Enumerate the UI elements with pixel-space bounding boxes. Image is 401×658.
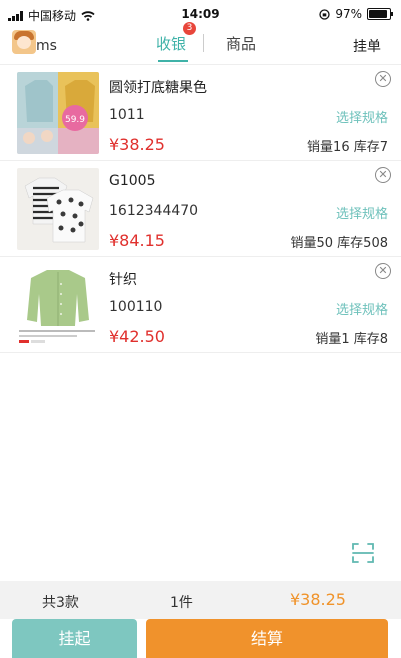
product-thumbnail: 59.9 — [17, 72, 99, 154]
username: ms — [36, 38, 57, 54]
product-name: G1005 — [109, 173, 156, 189]
cart-item[interactable]: G1005 1612344470 ¥84.15 选择规格 销量50 库存508 … — [0, 161, 401, 257]
product-code: 1612344470 — [109, 203, 199, 219]
checkout-button[interactable]: 结算 — [146, 619, 388, 658]
cart-count-badge: 3 — [183, 22, 196, 35]
tab-products[interactable]: 商品 — [226, 33, 256, 54]
battery-icon — [367, 8, 393, 20]
select-spec-link[interactable]: 选择规格 — [336, 107, 388, 126]
product-code: 1011 — [109, 107, 145, 123]
battery-percent: 97% — [335, 7, 362, 21]
hold-order-button[interactable]: 挂起 — [12, 619, 137, 658]
top-nav: ms 收银 3 商品 挂单 — [0, 22, 401, 65]
status-right: 97% — [319, 7, 393, 21]
product-price: ¥84.15 — [109, 231, 165, 250]
product-price: ¥42.50 — [109, 327, 165, 346]
order-total: ¥38.25 — [290, 590, 346, 609]
avatar-icon[interactable] — [12, 30, 36, 54]
scan-icon[interactable] — [351, 541, 375, 565]
cart-item[interactable]: 针织 100110 ¥42.50 选择规格 销量1 库存8 ✕ — [0, 257, 401, 353]
item-quantity: 1件 — [170, 595, 193, 611]
active-tab-indicator — [158, 60, 188, 62]
product-price: ¥38.25 — [109, 135, 165, 154]
price-sticker: 59.9 — [65, 115, 85, 125]
sales-stock: 销量50 库存508 — [290, 236, 389, 251]
cart-item[interactable]: 59.9 圆领打底糖果色 1011 ¥38.25 选择规格 销量16 库存7 ✕ — [0, 65, 401, 161]
product-name: 针织 — [109, 272, 137, 288]
held-orders-link[interactable]: 挂单 — [353, 36, 381, 56]
product-code: 100110 — [109, 299, 163, 315]
sales-stock: 销量16 库存7 — [307, 140, 388, 155]
item-kinds-count: 共3款 — [42, 595, 79, 611]
tab-checkout[interactable]: 收银 — [156, 33, 186, 54]
select-spec-link[interactable]: 选择规格 — [336, 203, 388, 222]
order-summary: 共3款 1件 ¥38.25 — [0, 581, 401, 619]
status-bar: 中国移动 14:09 97% — [0, 0, 401, 28]
product-thumbnail — [17, 264, 99, 346]
product-thumbnail — [17, 168, 99, 250]
close-circle-icon[interactable]: ✕ — [375, 71, 391, 87]
product-name: 圆领打底糖果色 — [109, 80, 207, 96]
close-circle-icon[interactable]: ✕ — [375, 167, 391, 183]
sales-stock: 销量1 库存8 — [315, 332, 388, 347]
orientation-lock-icon — [319, 8, 330, 20]
tab-divider — [203, 34, 204, 52]
select-spec-link[interactable]: 选择规格 — [336, 299, 388, 318]
close-circle-icon[interactable]: ✕ — [375, 263, 391, 279]
